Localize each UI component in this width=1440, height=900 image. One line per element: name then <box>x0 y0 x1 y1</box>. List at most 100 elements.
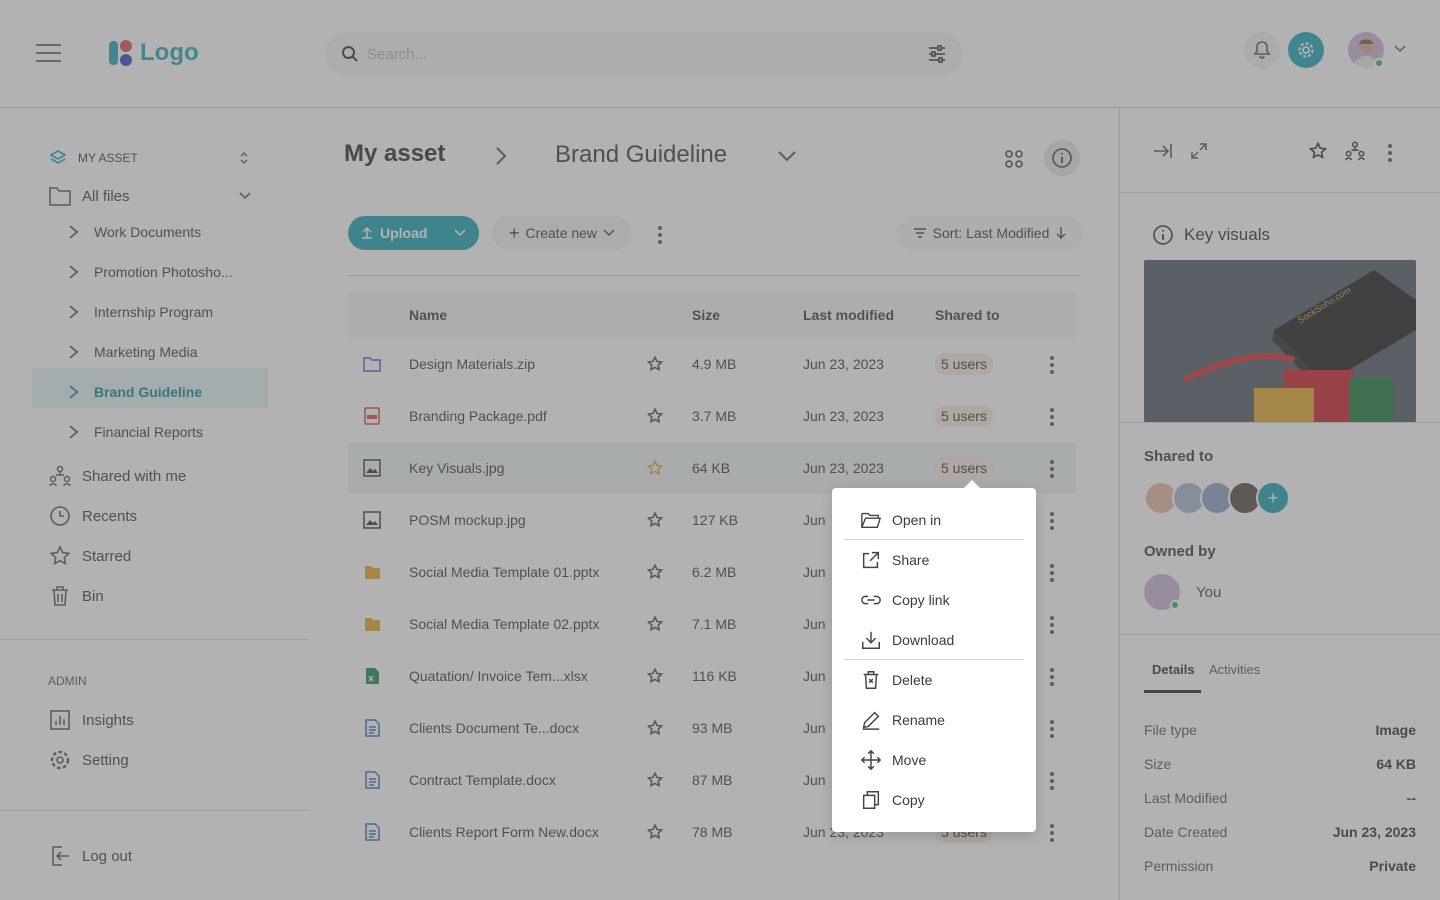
sidebar-item-folder[interactable]: Promotion Photosho... <box>68 264 233 280</box>
filter-icon[interactable] <box>927 44 947 64</box>
search-input[interactable] <box>367 41 887 67</box>
divider <box>0 810 308 811</box>
search-icon <box>342 46 358 62</box>
file-name[interactable]: Branding Package.pdf <box>409 408 547 424</box>
table-row[interactable]: Design Materials.zip 4.9 MB Jun 23, 2023… <box>348 338 1076 390</box>
collapse-panel-icon[interactable] <box>1152 142 1174 160</box>
file-name[interactable]: POSM mockup.jpg <box>409 512 526 528</box>
star-icon[interactable] <box>646 511 664 529</box>
sidebar-item-folder[interactable]: Internship Program <box>68 304 213 320</box>
star-icon[interactable] <box>1308 141 1328 161</box>
sidebar-item-folder[interactable]: Work Documents <box>68 224 201 240</box>
file-name[interactable]: Quatation/ Invoice Tem...xlsx <box>409 668 588 684</box>
expand-collapse-icon[interactable] <box>238 151 250 165</box>
folder-file-icon <box>363 357 381 372</box>
notification-button[interactable] <box>1244 32 1280 68</box>
menu-item-move[interactable]: Move <box>844 740 1024 780</box>
menu-icon[interactable] <box>36 44 61 62</box>
create-new-button[interactable]: + Create new <box>492 216 632 250</box>
sidebar-item-bin[interactable]: Bin <box>48 584 104 608</box>
menu-item-copy[interactable]: Copy <box>844 780 1024 820</box>
file-modified: Jun <box>803 564 826 580</box>
file-name[interactable]: Social Media Template 01.pptx <box>409 564 599 580</box>
shared-badge[interactable]: 5 users <box>935 353 993 375</box>
sort-button[interactable]: Sort: Last Modified <box>896 216 1084 250</box>
shared-badge[interactable]: 5 users <box>935 405 993 427</box>
tab-activities[interactable]: Activities <box>1209 662 1260 677</box>
my-asset-header[interactable]: MY ASSET <box>48 148 138 168</box>
logout-button[interactable]: Log out <box>48 844 132 868</box>
chevron-down-icon[interactable] <box>238 191 252 201</box>
settings-button[interactable] <box>1288 32 1324 68</box>
add-user-button[interactable]: + <box>1256 481 1290 515</box>
expand-icon[interactable] <box>1190 142 1208 160</box>
more-options-icon[interactable] <box>1388 144 1392 162</box>
row-more-icon[interactable] <box>1050 772 1054 790</box>
star-icon[interactable] <box>646 459 664 477</box>
column-size[interactable]: Size <box>692 307 720 323</box>
row-more-icon[interactable] <box>1050 824 1054 842</box>
tab-details[interactable]: Details <box>1152 662 1195 677</box>
file-name[interactable]: Clients Document Te...docx <box>409 720 579 736</box>
info-button[interactable] <box>1044 140 1080 176</box>
column-shared[interactable]: Shared to <box>935 307 1000 323</box>
star-icon[interactable] <box>646 355 664 373</box>
star-icon[interactable] <box>646 823 664 841</box>
file-name[interactable]: Social Media Template 02.pptx <box>409 616 599 632</box>
sidebar-item-shared[interactable]: Shared with me <box>48 464 186 488</box>
shared-icon[interactable] <box>1344 140 1366 162</box>
star-icon[interactable] <box>646 719 664 737</box>
column-modified[interactable]: Last modified <box>803 307 894 323</box>
star-icon[interactable] <box>646 615 664 633</box>
star-icon[interactable] <box>646 667 664 685</box>
sidebar-item-folder[interactable]: Brand Guideline <box>68 384 202 400</box>
star-icon[interactable] <box>646 407 664 425</box>
owned-by-title: Owned by <box>1144 543 1216 560</box>
star-icon[interactable] <box>646 771 664 789</box>
menu-item-open-in[interactable]: Open in <box>844 500 1024 540</box>
sidebar-item-setting[interactable]: Setting <box>48 748 129 772</box>
file-name[interactable]: Design Materials.zip <box>409 356 535 372</box>
column-name[interactable]: Name <box>409 307 447 323</box>
menu-item-copy-link[interactable]: Copy link <box>844 580 1024 620</box>
chevron-down-icon[interactable] <box>777 149 797 163</box>
file-name[interactable]: Contract Template.docx <box>409 772 556 788</box>
file-size: 64 KB <box>692 460 731 476</box>
row-more-icon[interactable] <box>1050 408 1054 426</box>
breadcrumb-root[interactable]: My asset <box>344 140 445 168</box>
chevron-down-icon[interactable] <box>1393 44 1407 54</box>
sidebar-item-folder[interactable]: Marketing Media <box>68 344 198 360</box>
grid-view-icon[interactable] <box>1004 149 1024 169</box>
table-row[interactable]: Branding Package.pdf 3.7 MB Jun 23, 2023… <box>348 390 1076 442</box>
sidebar-item-insights[interactable]: Insights <box>48 708 134 732</box>
breadcrumb-current[interactable]: Brand Guideline <box>555 141 727 169</box>
sidebar-item-folder[interactable]: Financial Reports <box>68 424 203 440</box>
sidebar-item-recents[interactable]: Recents <box>48 504 137 528</box>
row-more-icon[interactable] <box>1050 720 1054 738</box>
chevron-down-icon[interactable] <box>454 229 466 237</box>
shared-avatars[interactable]: + <box>1144 481 1294 519</box>
row-more-icon[interactable] <box>1050 564 1054 582</box>
row-more-icon[interactable] <box>1050 460 1054 478</box>
search-bar[interactable] <box>325 33 963 75</box>
row-more-icon[interactable] <box>1050 512 1054 530</box>
menu-item-delete[interactable]: Delete <box>844 660 1024 700</box>
file-name[interactable]: Key Visuals.jpg <box>409 460 504 476</box>
row-more-icon[interactable] <box>1050 356 1054 374</box>
menu-item-share[interactable]: Share <box>844 540 1024 580</box>
row-more-icon[interactable] <box>1050 616 1054 634</box>
menu-item-download[interactable]: Download <box>844 620 1024 660</box>
all-files-item[interactable]: All files <box>48 185 130 207</box>
preview-image[interactable]: SockSoho.com <box>1144 260 1416 422</box>
logo[interactable]: Logo <box>108 38 199 68</box>
more-options-icon[interactable] <box>658 226 662 244</box>
menu-item-rename[interactable]: Rename <box>844 700 1024 740</box>
file-name[interactable]: Clients Report Form New.docx <box>409 824 599 840</box>
sidebar-item-label: Insights <box>82 711 134 729</box>
shared-badge[interactable]: 5 users <box>935 457 993 479</box>
upload-button[interactable]: Upload <box>348 216 479 250</box>
row-more-icon[interactable] <box>1050 668 1054 686</box>
sidebar-item-starred[interactable]: Starred <box>48 544 131 568</box>
star-icon[interactable] <box>646 563 664 581</box>
chart-icon <box>50 710 70 730</box>
